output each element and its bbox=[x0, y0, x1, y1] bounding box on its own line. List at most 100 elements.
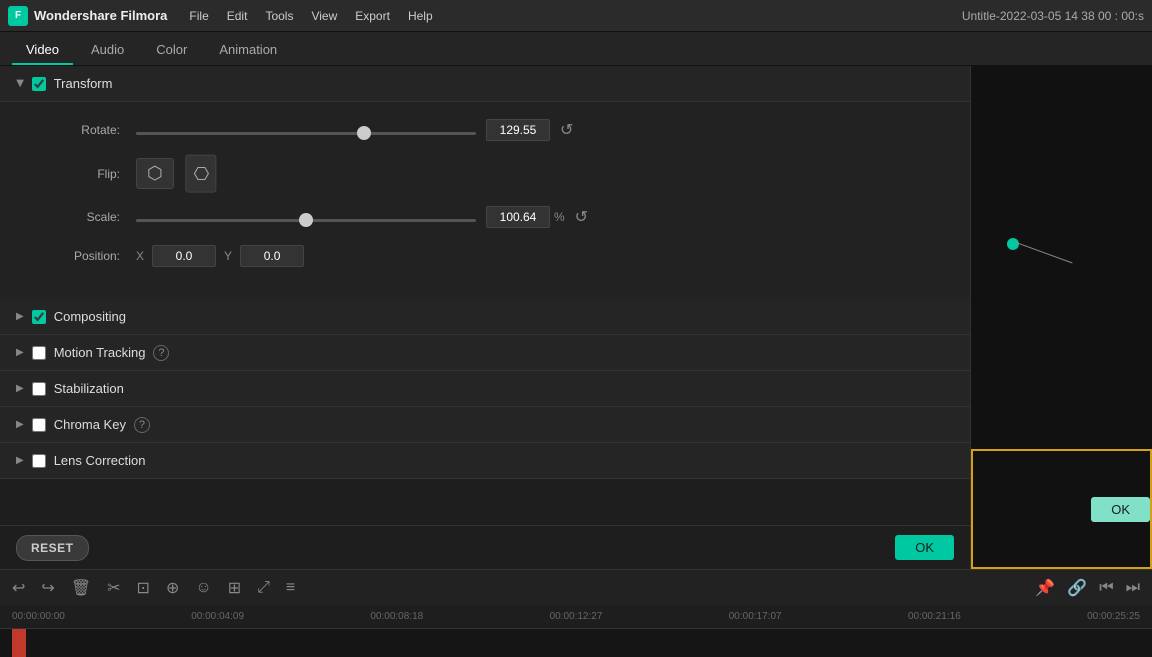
stabilization-checkbox[interactable] bbox=[32, 382, 46, 396]
window-title: Untitle-2022-03-05 14 38 00 : 00:s bbox=[962, 9, 1144, 23]
compositing-checkbox[interactable] bbox=[32, 310, 46, 324]
position-row: Position: X Y bbox=[40, 245, 930, 267]
tab-video[interactable]: Video bbox=[12, 36, 73, 65]
timeline-toolbar: ↩ ↪ 🗑 ✂ ⊡ ⊕ ☺ ⊞ ⤢ ≡ 📌 🔗 ⏮ ⏭ bbox=[0, 569, 1152, 605]
transform-header[interactable]: ▶ Transform bbox=[0, 66, 970, 102]
chroma-key-chevron: ▶ bbox=[16, 419, 24, 430]
lens-correction-title: Lens Correction bbox=[54, 453, 146, 468]
motion-tracking-checkbox[interactable] bbox=[32, 346, 46, 360]
zoom-in-icon[interactable]: ⊕ bbox=[166, 578, 179, 598]
tab-audio[interactable]: Audio bbox=[77, 36, 138, 65]
menu-tools[interactable]: Tools bbox=[257, 5, 301, 27]
scale-row: Scale: % ↺ bbox=[40, 205, 930, 229]
track-row bbox=[0, 629, 1152, 657]
tabbar: Video Audio Color Animation bbox=[0, 32, 1152, 66]
bottom-bar: RESET OK bbox=[0, 525, 970, 569]
delete-icon[interactable]: 🗑 bbox=[71, 578, 91, 598]
position-y-input[interactable] bbox=[240, 245, 304, 267]
chroma-key-help-icon[interactable]: ? bbox=[134, 417, 150, 433]
keyframe-icon[interactable]: ≡ bbox=[286, 579, 295, 597]
pin-icon[interactable]: 📌 bbox=[1035, 578, 1055, 598]
compositing-section: ▶ Compositing bbox=[0, 299, 970, 335]
flip-row: Flip: ⬡ ⬡ bbox=[40, 158, 930, 189]
time-markers: 00:00:00:00 00:00:04:09 00:00:08:18 00:0… bbox=[12, 611, 1140, 622]
motion-tracking-help-icon[interactable]: ? bbox=[153, 345, 169, 361]
tab-animation[interactable]: Animation bbox=[205, 36, 291, 65]
smileys-icon[interactable]: ☺ bbox=[195, 579, 211, 597]
motion-line bbox=[1016, 242, 1073, 263]
extend-icon[interactable]: ⤢ bbox=[257, 579, 270, 597]
time-mark-0: 00:00:00:00 bbox=[12, 611, 65, 622]
titlebar: F Wondershare Filmora File Edit Tools Vi… bbox=[0, 0, 1152, 32]
menu-bar: File Edit Tools View Export Help bbox=[181, 5, 440, 27]
flip-vertical-button[interactable]: ⬡ bbox=[185, 155, 216, 193]
time-mark-6: 00:00:25:25 bbox=[1087, 611, 1140, 622]
link-icon[interactable]: 🔗 bbox=[1067, 578, 1087, 598]
time-mark-3: 00:00:12:27 bbox=[550, 611, 603, 622]
properties-list: ▶ Transform Rotate: ↺ bbox=[0, 66, 970, 525]
playhead bbox=[12, 629, 26, 657]
time-mark-5: 00:00:21:16 bbox=[908, 611, 961, 622]
app-logo: F Wondershare Filmora bbox=[8, 6, 167, 26]
compositing-chevron: ▶ bbox=[16, 311, 24, 322]
scale-reset-button[interactable]: ↺ bbox=[571, 205, 592, 229]
play-back-icon[interactable]: ⏮ bbox=[1099, 579, 1113, 597]
scale-slider[interactable] bbox=[136, 219, 476, 222]
scale-unit: % bbox=[554, 210, 565, 224]
chroma-key-header[interactable]: ▶ Chroma Key ? bbox=[0, 407, 970, 443]
chroma-key-title: Chroma Key bbox=[54, 417, 126, 432]
y-label: Y bbox=[224, 249, 232, 263]
play-forward-icon[interactable]: ⏭ bbox=[1126, 579, 1140, 597]
tab-color[interactable]: Color bbox=[142, 36, 201, 65]
time-mark-1: 00:00:04:09 bbox=[191, 611, 244, 622]
flip-horizontal-button[interactable]: ⬡ bbox=[136, 158, 174, 189]
ok-overlay: OK bbox=[971, 449, 1152, 569]
chroma-key-checkbox[interactable] bbox=[32, 418, 46, 432]
timeline-section: 00:00:00:00 00:00:04:09 00:00:08:18 00:0… bbox=[0, 605, 1152, 657]
position-x-input[interactable] bbox=[152, 245, 216, 267]
menu-view[interactable]: View bbox=[303, 5, 345, 27]
rotate-row: Rotate: ↺ bbox=[40, 118, 930, 142]
stabilization-section: ▶ Stabilization bbox=[0, 371, 970, 407]
scale-input[interactable] bbox=[486, 206, 550, 228]
lens-correction-header[interactable]: ▶ Lens Correction bbox=[0, 443, 970, 479]
logo-icon: F bbox=[8, 6, 28, 26]
rotate-input[interactable] bbox=[486, 119, 550, 141]
chroma-key-section: ▶ Chroma Key ? bbox=[0, 407, 970, 443]
time-mark-2: 00:00:08:18 bbox=[370, 611, 423, 622]
ok-button[interactable]: OK bbox=[895, 535, 954, 560]
transform-content: Rotate: ↺ Flip: ⬡ ⬡ bbox=[0, 102, 970, 299]
rotate-slider[interactable] bbox=[136, 132, 476, 135]
stabilization-title: Stabilization bbox=[54, 381, 124, 396]
lens-correction-chevron: ▶ bbox=[16, 455, 24, 466]
menu-help[interactable]: Help bbox=[400, 5, 441, 27]
scale-slider-container bbox=[136, 210, 476, 225]
rotate-reset-button[interactable]: ↺ bbox=[556, 118, 577, 142]
x-label: X bbox=[136, 249, 144, 263]
transform-icon[interactable]: ⊞ bbox=[228, 578, 241, 598]
flip-label: Flip: bbox=[40, 167, 120, 181]
motion-tracking-section: ▶ Motion Tracking ? bbox=[0, 335, 970, 371]
menu-edit[interactable]: Edit bbox=[219, 5, 256, 27]
ok-overlay-button[interactable]: OK bbox=[1091, 497, 1150, 522]
content-area: ▶ Transform Rotate: ↺ bbox=[0, 66, 1152, 657]
timeline-area: ↩ ↪ 🗑 ✂ ⊡ ⊕ ☺ ⊞ ⤢ ≡ 📌 🔗 ⏮ ⏭ 00:00:00:00 … bbox=[0, 569, 1152, 657]
undo-icon[interactable]: ↩ bbox=[12, 578, 25, 598]
menu-export[interactable]: Export bbox=[347, 5, 398, 27]
lens-correction-checkbox[interactable] bbox=[32, 454, 46, 468]
compositing-header[interactable]: ▶ Compositing bbox=[0, 299, 970, 335]
scale-label: Scale: bbox=[40, 210, 120, 224]
scissors-icon[interactable]: ✂ bbox=[107, 578, 120, 598]
rotate-slider-container bbox=[136, 123, 476, 138]
crop-icon[interactable]: ⊡ bbox=[137, 578, 150, 598]
properties-panel: ▶ Transform Rotate: ↺ bbox=[0, 66, 970, 569]
motion-tracking-header[interactable]: ▶ Motion Tracking ? bbox=[0, 335, 970, 371]
reset-button[interactable]: RESET bbox=[16, 535, 89, 561]
motion-tracking-title: Motion Tracking bbox=[54, 345, 146, 360]
menu-file[interactable]: File bbox=[181, 5, 216, 27]
time-mark-4: 00:00:17:07 bbox=[729, 611, 782, 622]
redo-icon[interactable]: ↪ bbox=[41, 578, 54, 598]
transform-checkbox[interactable] bbox=[32, 77, 46, 91]
transform-section: ▶ Transform Rotate: ↺ bbox=[0, 66, 970, 299]
stabilization-header[interactable]: ▶ Stabilization bbox=[0, 371, 970, 407]
